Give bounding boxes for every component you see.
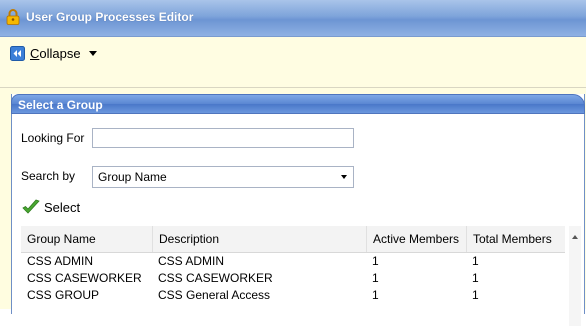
checkmark-icon [22, 199, 40, 214]
panel-header: Select a Group [11, 94, 585, 114]
search-by-select[interactable]: Group Name [92, 166, 354, 188]
editor-window: User Group Processes Editor Collapse Sel… [0, 0, 586, 326]
scroll-up-icon[interactable] [572, 235, 578, 239]
table-row[interactable]: CSS CASEWORKER CSS CASEWORKER 1 1 [21, 270, 565, 287]
table-row[interactable]: CSS GROUP CSS General Access 1 1 [21, 287, 565, 304]
collapse-button[interactable]: Collapse [10, 43, 97, 63]
search-by-value: Group Name [98, 170, 167, 184]
collapse-icon [10, 45, 25, 61]
panel-title: Select a Group [18, 98, 103, 112]
vertical-scrollbar[interactable] [569, 226, 581, 326]
cell-total-members: 1 [472, 288, 479, 302]
cell-description: CSS ADMIN [158, 254, 225, 268]
toolbar: Collapse [0, 37, 586, 87]
table-row[interactable]: CSS ADMIN CSS ADMIN 1 1 [21, 253, 565, 270]
cell-total-members: 1 [472, 254, 479, 268]
chevron-down-icon[interactable] [88, 50, 97, 56]
title-bar: User Group Processes Editor [0, 0, 586, 37]
cell-group-name: CSS CASEWORKER [27, 271, 142, 285]
column-header-description[interactable]: Description [152, 226, 366, 252]
lock-icon [6, 9, 20, 25]
select-button[interactable]: Select [22, 198, 80, 216]
column-header-active-members[interactable]: Active Members [366, 226, 466, 252]
looking-for-label: Looking For [21, 131, 85, 145]
cell-description: CSS General Access [158, 288, 271, 302]
cell-group-name: CSS ADMIN [27, 254, 94, 268]
table-body: CSS ADMIN CSS ADMIN 1 1 CSS CASEWORKER C… [21, 253, 565, 304]
window-title: User Group Processes Editor [26, 10, 194, 24]
looking-for-field[interactable] [92, 128, 354, 148]
column-header-total-members[interactable]: Total Members [466, 226, 565, 252]
table-header: Group Name Description Active Members To… [21, 226, 565, 253]
dropdown-arrow-icon[interactable] [335, 167, 353, 187]
cell-group-name: CSS GROUP [27, 288, 100, 302]
divider [0, 87, 586, 88]
cell-active-members: 1 [372, 288, 379, 302]
select-group-panel: Select a Group Looking For Search by Gro… [11, 94, 585, 326]
column-header-group-name[interactable]: Group Name [21, 226, 152, 252]
cell-active-members: 1 [372, 271, 379, 285]
select-label: Select [44, 199, 81, 215]
panel-body: Looking For Search by Group Name Select … [12, 114, 584, 326]
cell-active-members: 1 [372, 254, 379, 268]
collapse-label: Collapse [30, 45, 81, 61]
cell-description: CSS CASEWORKER [158, 271, 273, 285]
cell-total-members: 1 [472, 271, 479, 285]
looking-for-input[interactable] [93, 129, 353, 147]
search-by-label: Search by [21, 169, 76, 183]
